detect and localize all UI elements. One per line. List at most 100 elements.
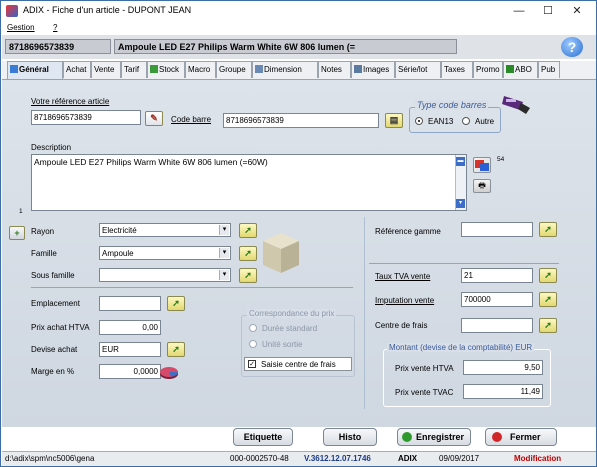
close-circle-icon <box>492 432 502 442</box>
prixachat-label: Prix achat HTVA <box>31 323 90 332</box>
centrefrais-button[interactable]: ➚ <box>539 318 557 333</box>
marge-input[interactable]: 0,0000 <box>99 364 161 379</box>
famille-select[interactable]: Ampoule ▾ <box>99 246 231 260</box>
refgamme-button[interactable]: ➚ <box>539 222 557 237</box>
menu-gestion[interactable]: Gestion <box>7 23 35 32</box>
tab-tarif[interactable]: Tarif <box>121 61 147 78</box>
enregistrer-button[interactable]: Enregistrer <box>397 428 471 446</box>
sousfamille-select[interactable]: ▾ <box>99 268 231 282</box>
scroll-down-icon[interactable]: ▾ <box>456 199 465 208</box>
chevron-down-icon: ▾ <box>219 270 229 280</box>
section-divider <box>31 287 353 288</box>
help-icon[interactable]: ? <box>561 37 583 57</box>
app-window: ADIX - Fiche d'un article - DUPONT JEAN … <box>0 0 597 467</box>
maximize-icon[interactable]: ☐ <box>538 3 558 19</box>
status-app: ADIX <box>398 454 418 463</box>
emplacement-button[interactable]: ➚ <box>167 296 185 311</box>
tab-images[interactable]: Images <box>351 61 395 78</box>
devise-button[interactable]: ➚ <box>167 342 185 357</box>
status-version: V.3612.12.07.1746 <box>304 454 371 463</box>
add-button[interactable]: + <box>9 226 25 240</box>
tva-input[interactable]: 21 <box>461 268 533 283</box>
tva-label: Taux TVA vente <box>375 272 431 281</box>
emplacement-label: Emplacement <box>31 299 80 308</box>
imputation-input[interactable]: 700000 <box>461 292 533 307</box>
tab-pub[interactable]: Pub <box>538 61 560 78</box>
article-name: Ampoule LED E27 Philips Warm White 6W 80… <box>114 39 457 54</box>
ean13-radio[interactable] <box>415 117 423 125</box>
tab-groupe[interactable]: Groupe <box>216 61 252 78</box>
sousfamille-button[interactable]: ➚ <box>239 268 257 283</box>
ref-input[interactable]: 8718696573839 <box>31 110 141 125</box>
menu-bar: Gestion ? <box>1 21 596 35</box>
status-mode: Modification <box>514 454 562 463</box>
montant-title: Montant (devise de la comptabilité) EUR <box>387 343 535 352</box>
centrefrais-label: Centre de frais <box>375 321 428 330</box>
emplacement-input[interactable] <box>99 296 161 311</box>
rayon-label: Rayon <box>31 227 55 236</box>
dimension-icon <box>255 65 263 73</box>
barcode-input[interactable]: 8718696573839 <box>223 113 379 128</box>
centrefrais-input[interactable] <box>461 318 533 333</box>
description-textarea[interactable]: Ampoule LED E27 Philips Warm White 6W 80… <box>31 154 467 211</box>
famille-button[interactable]: ➚ <box>239 246 257 261</box>
tab-bar: Général Achat Vente Tarif Stock Macro Gr… <box>2 61 596 79</box>
duree-radio[interactable] <box>249 324 257 332</box>
pie-chart-icon <box>159 363 179 381</box>
minimize-icon[interactable]: — <box>509 3 529 19</box>
stock-icon <box>150 65 158 73</box>
imputation-label: Imputation vente <box>375 296 435 305</box>
devise-input[interactable]: EUR <box>99 342 161 357</box>
barcode-button[interactable]: ▤ <box>385 113 403 128</box>
tab-achat[interactable]: Achat <box>63 61 91 78</box>
ref-label: Votre référence article <box>31 97 110 106</box>
tab-promo[interactable]: Promo <box>473 61 503 78</box>
general-icon <box>10 65 18 73</box>
tab-stock[interactable]: Stock <box>147 61 185 78</box>
tab-dimension[interactable]: Dimension <box>252 61 318 78</box>
fermer-button[interactable]: Fermer <box>485 428 557 446</box>
prixvente-htva-input[interactable]: 9,50 <box>463 360 543 375</box>
rayon-select[interactable]: Electricité ▾ <box>99 223 231 237</box>
prixvente-tvac-input[interactable]: 11,49 <box>463 384 543 399</box>
column-divider <box>364 217 365 409</box>
saisie-label: Saisie centre de frais <box>261 360 336 369</box>
title-bar: ADIX - Fiche d'un article - DUPONT JEAN … <box>1 1 596 21</box>
barcode-scanner-icon <box>501 93 531 115</box>
refgamme-input[interactable] <box>461 222 533 237</box>
tab-serie-lot[interactable]: Série/lot <box>395 61 441 78</box>
rayon-button[interactable]: ➚ <box>239 223 257 238</box>
marge-label: Marge en % <box>31 367 75 376</box>
close-icon[interactable]: ✕ <box>567 3 587 19</box>
chevron-down-icon: ▾ <box>219 225 229 235</box>
sousfamille-label: Sous famille <box>31 271 75 280</box>
description-counter: 54 <box>497 156 505 163</box>
scroll-up-icon[interactable]: ▬ <box>456 157 465 166</box>
histo-button[interactable]: Histo <box>323 428 377 446</box>
autre-radio[interactable] <box>462 117 470 125</box>
tab-macro[interactable]: Macro <box>185 61 216 78</box>
menu-help[interactable]: ? <box>53 23 57 32</box>
tva-button[interactable]: ➚ <box>539 268 557 283</box>
tab-taxes[interactable]: Taxes <box>441 61 473 78</box>
tab-general[interactable]: Général <box>7 61 63 79</box>
etiquette-button[interactable]: Etiquette <box>233 428 293 446</box>
side-number: 1 <box>19 208 23 215</box>
imputation-button[interactable]: ➚ <box>539 292 557 307</box>
box-icon <box>259 227 303 275</box>
tab-notes[interactable]: Notes <box>318 61 351 78</box>
prixachat-input[interactable]: 0,00 <box>99 320 161 335</box>
unite-radio[interactable] <box>249 340 257 348</box>
tab-abo[interactable]: ABO <box>503 61 538 78</box>
tab-vente[interactable]: Vente <box>91 61 121 78</box>
translate-button[interactable] <box>473 157 491 173</box>
images-icon <box>354 65 362 73</box>
duree-label: Durée standard <box>262 324 318 333</box>
status-date: 09/09/2017 <box>439 454 480 463</box>
print-button[interactable]: 🖶 <box>473 179 491 193</box>
saisie-checkbox[interactable]: ✓ <box>248 360 256 368</box>
status-code: 000-0002570-48 <box>230 454 289 463</box>
app-icon <box>6 5 18 17</box>
correspondance-title: Correspondance du prix <box>247 309 337 318</box>
ref-edit-button[interactable]: ✎ <box>145 111 163 126</box>
